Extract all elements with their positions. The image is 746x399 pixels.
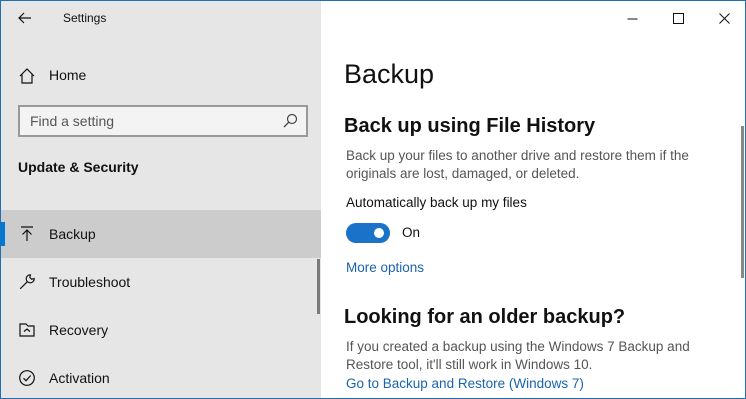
minimize-icon xyxy=(627,18,637,19)
minimize-button[interactable] xyxy=(609,1,655,35)
app-title: Settings xyxy=(63,11,107,25)
sidebar-item-label: Troubleshoot xyxy=(49,274,131,290)
auto-backup-toggle[interactable] xyxy=(346,223,390,243)
recovery-icon xyxy=(19,323,35,337)
maximize-button[interactable] xyxy=(655,1,701,35)
toggle-knob xyxy=(374,228,384,238)
more-options-link[interactable]: More options xyxy=(346,260,424,275)
file-history-heading: Back up using File History xyxy=(344,115,596,137)
sidebar-item-label: Activation xyxy=(49,370,110,386)
section-title: Update & Security xyxy=(18,159,139,175)
wrench-icon xyxy=(19,274,35,290)
maximize-icon xyxy=(672,12,684,24)
backup-arrow-icon xyxy=(21,226,33,241)
main-content: Backup Back up using File History Back u… xyxy=(321,1,745,398)
sidebar-item-label: Recovery xyxy=(49,322,109,338)
title-bar: Settings xyxy=(1,1,321,35)
activation-check-icon xyxy=(19,370,35,386)
sidebar-item-label: Backup xyxy=(49,226,96,242)
toggle-state-label: On xyxy=(402,225,421,240)
backup-restore-link[interactable]: Go to Backup and Restore (Windows 7) xyxy=(346,376,584,391)
auto-backup-label: Automatically back up my files xyxy=(346,195,527,210)
sidebar-item-troubleshoot[interactable]: Troubleshoot xyxy=(1,258,321,306)
search-icon[interactable] xyxy=(282,113,298,129)
page-title: Backup xyxy=(344,59,435,89)
sidebar-item-activation[interactable]: Activation xyxy=(1,354,321,398)
file-history-description: Back up your files to another drive and … xyxy=(346,148,689,181)
search-box xyxy=(18,105,308,137)
close-button[interactable] xyxy=(701,1,745,35)
sidebar-scrollbar[interactable] xyxy=(317,259,320,314)
sidebar-item-home[interactable]: Home xyxy=(1,59,321,93)
home-icon xyxy=(19,68,35,84)
back-button[interactable] xyxy=(11,5,39,31)
home-label: Home xyxy=(49,67,87,83)
main-scrollbar[interactable] xyxy=(741,126,744,278)
older-backup-heading: Looking for an older backup? xyxy=(344,306,626,328)
close-icon xyxy=(718,12,730,24)
sidebar-item-backup[interactable]: Backup xyxy=(1,210,321,258)
older-backup-description: If you created a backup using the Window… xyxy=(346,339,690,372)
back-arrow-icon xyxy=(18,12,31,24)
settings-window: Settings Home Update & Security Backup xyxy=(0,0,746,399)
search-input[interactable] xyxy=(20,107,270,135)
sidebar-item-recovery[interactable]: Recovery xyxy=(1,306,321,354)
sidebar: Settings Home Update & Security Backup xyxy=(1,1,321,398)
